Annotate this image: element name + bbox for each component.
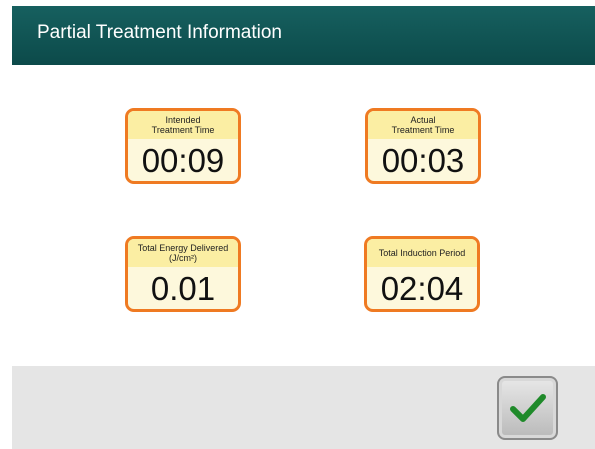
actual-treatment-time-tile: Actual Treatment Time 00:03: [365, 108, 481, 184]
intended-treatment-time-tile: Intended Treatment Time 00:09: [125, 108, 241, 184]
total-induction-period-value: 02:04: [380, 270, 464, 307]
header-bar: Partial Treatment Information: [12, 6, 595, 65]
tile-label: Actual Treatment Time: [368, 111, 478, 139]
tile-label: Total Induction Period: [367, 239, 477, 267]
screen: Partial Treatment Information Intended T…: [12, 6, 595, 449]
tile-label-line: Intended: [165, 115, 201, 125]
tile-label: Total Energy Delivered (J/cm²): [128, 239, 238, 267]
footer-bar: [12, 366, 595, 449]
tile-label-line: (J/cm²): [169, 253, 197, 263]
tile-label: Intended Treatment Time: [128, 111, 238, 139]
total-energy-delivered-value: 0.01: [150, 270, 216, 307]
tile-label-line: Actual: [410, 115, 436, 125]
tile-label-line: Treatment Time: [151, 125, 215, 135]
checkmark-icon: [509, 394, 546, 422]
total-induction-period-tile: Total Induction Period 02:04: [364, 236, 480, 312]
tile-label-line: Treatment Time: [391, 125, 455, 135]
actual-treatment-time-value: 00:03: [381, 142, 465, 179]
confirm-button[interactable]: [497, 376, 558, 440]
tile-label-line: Total Induction Period: [378, 248, 466, 258]
page-title: Partial Treatment Information: [37, 22, 282, 43]
intended-treatment-time-value: 00:09: [141, 142, 225, 179]
total-energy-delivered-tile: Total Energy Delivered (J/cm²) 0.01: [125, 236, 241, 312]
tile-label-line: Total Energy Delivered: [137, 243, 229, 253]
